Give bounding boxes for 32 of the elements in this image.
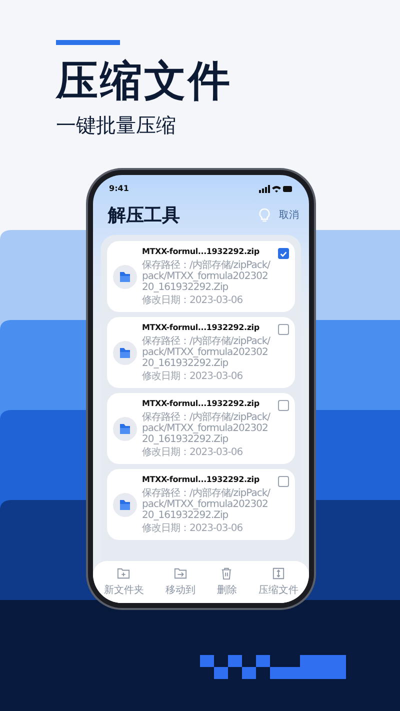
file-name: MTXX-formul...1932292.zip xyxy=(142,322,260,334)
file-card[interactable]: MTXX-formul...1932292.zip 保存路径：/内部存储/zipPack/pack/MTXX_formula20230220_161932292.Zip 修改日期：2023-03-06 xyxy=(107,241,295,312)
file-name: MTXX-formul...1932292.zip xyxy=(142,246,260,258)
status-time: 9:41 xyxy=(109,184,129,193)
file-name: MTXX-formul...1932292.zip xyxy=(142,474,260,486)
checkbox[interactable] xyxy=(278,400,289,411)
toolbar-button[interactable]: 删除 xyxy=(216,567,237,597)
lightbulb-icon[interactable] xyxy=(258,208,271,222)
file-path: 保存路径：/内部存储/zipPack/pack/MTXX_formula20230220_161932292.Zip xyxy=(142,488,272,521)
checkbox[interactable] xyxy=(278,248,289,259)
toolbar-button[interactable]: 新文件夹 xyxy=(104,567,144,597)
toolbar-button[interactable]: 移动到 xyxy=(165,567,196,597)
toolbar-button[interactable]: 压缩文件 xyxy=(258,567,298,597)
cancel-button[interactable]: 取消 xyxy=(279,208,299,222)
checkbox[interactable] xyxy=(278,476,289,487)
file-card[interactable]: MTXX-formul...1932292.zip 保存路径：/内部存储/zipPack/pack/MTXX_formula20230220_161932292.Zip 修改日期：2023-03-06 xyxy=(107,317,295,388)
modified-date: 修改日期：2023-03-06 xyxy=(142,371,244,383)
modified-date: 修改日期：2023-03-06 xyxy=(142,447,244,459)
subheadline: 一键批量压缩 xyxy=(56,113,177,137)
app-title: 解压工具 xyxy=(108,204,181,227)
modified-date: 修改日期：2023-03-06 xyxy=(142,295,244,307)
status-icons xyxy=(259,184,293,192)
checkbox[interactable] xyxy=(278,324,289,335)
trash-icon xyxy=(220,567,234,580)
file-path: 保存路径：/内部存储/zipPack/pack/MTXX_formula20230220_161932292.Zip xyxy=(142,336,272,369)
file-card[interactable]: MTXX-formul...1932292.zip 保存路径：/内部存储/zipPack/pack/MTXX_formula20230220_161932292.Zip 修改日期：2023-03-06 xyxy=(107,393,295,464)
modified-date: 修改日期：2023-03-06 xyxy=(142,523,244,535)
headline: 压缩文件 xyxy=(56,57,233,105)
file-path: 保存路径：/内部存储/zipPack/pack/MTXX_formula20230220_161932292.Zip xyxy=(142,260,272,293)
file-card[interactable]: MTXX-formul...1932292.zip 保存路径：/内部存储/zipPack/pack/MTXX_formula20230220_161932292.Zip 修改日期：2023-03-06 xyxy=(107,469,295,540)
file-path: 保存路径：/内部存储/zipPack/pack/MTXX_formula20230220_161932292.Zip xyxy=(142,412,272,445)
file-name: MTXX-formul...1932292.zip xyxy=(142,398,260,410)
